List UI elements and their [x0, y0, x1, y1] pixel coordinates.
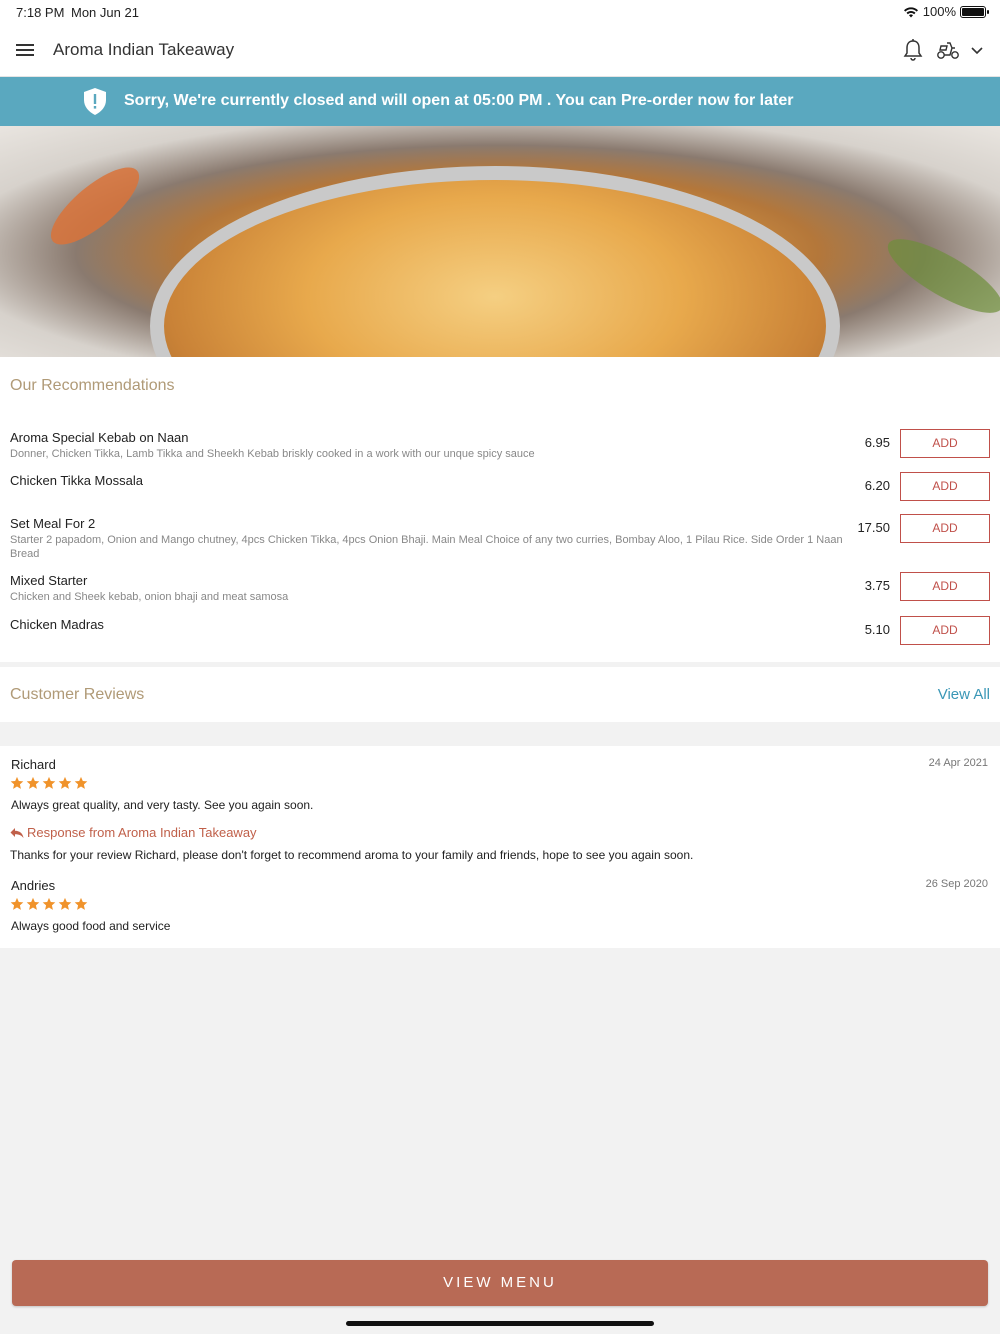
review-response-label: Response from Aroma Indian Takeaway [10, 825, 257, 840]
shield-alert-icon [84, 88, 106, 115]
add-button[interactable]: ADD [900, 429, 990, 458]
item-price: 6.20 [864, 478, 890, 493]
delivery-scooter-icon[interactable] [936, 40, 960, 60]
status-time: 7:18 PM [16, 5, 65, 20]
item-name: Chicken Madras [10, 617, 104, 632]
add-button[interactable]: ADD [900, 514, 990, 543]
top-navbar: Aroma Indian Takeaway [0, 24, 1000, 77]
item-price: 3.75 [864, 578, 890, 593]
item-name: Aroma Special Kebab on Naan [10, 430, 189, 445]
status-right: 100% [903, 4, 989, 19]
star-icon [42, 776, 56, 789]
closed-banner: Sorry, We're currently closed and will o… [0, 77, 1000, 126]
review-date: 24 Apr 2021 [928, 757, 988, 769]
reviews-header: Customer Reviews View All [0, 667, 1000, 722]
review-author: Richard [11, 757, 56, 772]
page-title: Aroma Indian Takeaway [53, 40, 235, 59]
item-description: Chicken and Sheek kebab, onion bhaji and… [10, 591, 289, 603]
star-icon [74, 897, 88, 910]
chevron-down-icon[interactable] [970, 43, 984, 57]
response-text: Thanks for your review Richard, please d… [10, 848, 694, 862]
chili-decoration [878, 226, 1000, 326]
view-all-link[interactable]: View All [938, 686, 990, 703]
recommendations-section: Our Recommendations Aroma Special Kebab … [0, 357, 1000, 662]
star-icon [26, 776, 40, 789]
review-text: Always good food and service [11, 919, 171, 933]
item-name: Set Meal For 2 [10, 516, 96, 531]
add-button[interactable]: ADD [900, 572, 990, 601]
star-rating [10, 776, 88, 790]
reviews-title: Customer Reviews [10, 686, 145, 703]
item-description: Donner, Chicken Tikka, Lamb Tikka and Sh… [10, 448, 535, 460]
star-icon [42, 897, 56, 910]
review-text: Always great quality, and very tasty. Se… [11, 798, 314, 812]
star-icon [58, 776, 72, 789]
star-icon [10, 776, 24, 789]
item-price: 5.10 [864, 622, 890, 637]
star-icon [74, 776, 88, 789]
response-label-text: Response from Aroma Indian Takeaway [27, 825, 257, 840]
star-icon [10, 897, 24, 910]
item-description: Starter 2 papadom, Onion and Mango chutn… [10, 534, 843, 560]
hero-food-image [0, 126, 1000, 357]
bell-icon[interactable] [902, 38, 924, 62]
battery-icon [960, 5, 989, 18]
item-name: Mixed Starter [10, 573, 88, 588]
item-name: Chicken Tikka Mossala [10, 473, 143, 488]
recommendations-title: Our Recommendations [10, 377, 175, 394]
chili-decoration [40, 155, 150, 257]
reviews-list: Richard 24 Apr 2021 Always great quality… [0, 746, 1000, 948]
status-date: Mon Jun 21 [71, 5, 139, 20]
closed-message: Sorry, We're currently closed and will o… [124, 92, 794, 109]
home-indicator [346, 1321, 654, 1326]
add-button[interactable]: ADD [900, 472, 990, 501]
hamburger-menu-icon[interactable] [16, 41, 38, 59]
review-author: Andries [11, 878, 56, 893]
item-price: 17.50 [857, 520, 890, 535]
add-button[interactable]: ADD [900, 616, 990, 645]
curry-bowl [150, 166, 840, 357]
star-icon [58, 897, 72, 910]
view-menu-button[interactable]: VIEW MENU [12, 1260, 988, 1306]
reply-arrow-icon [10, 827, 24, 838]
item-price: 6.95 [864, 435, 890, 450]
star-icon [26, 897, 40, 910]
wifi-icon [903, 6, 918, 17]
review-date: 26 Sep 2020 [925, 878, 988, 890]
battery-percent: 100% [922, 4, 956, 19]
star-rating [10, 897, 88, 911]
status-bar: 7:18 PM Mon Jun 21 100% [0, 0, 1000, 24]
